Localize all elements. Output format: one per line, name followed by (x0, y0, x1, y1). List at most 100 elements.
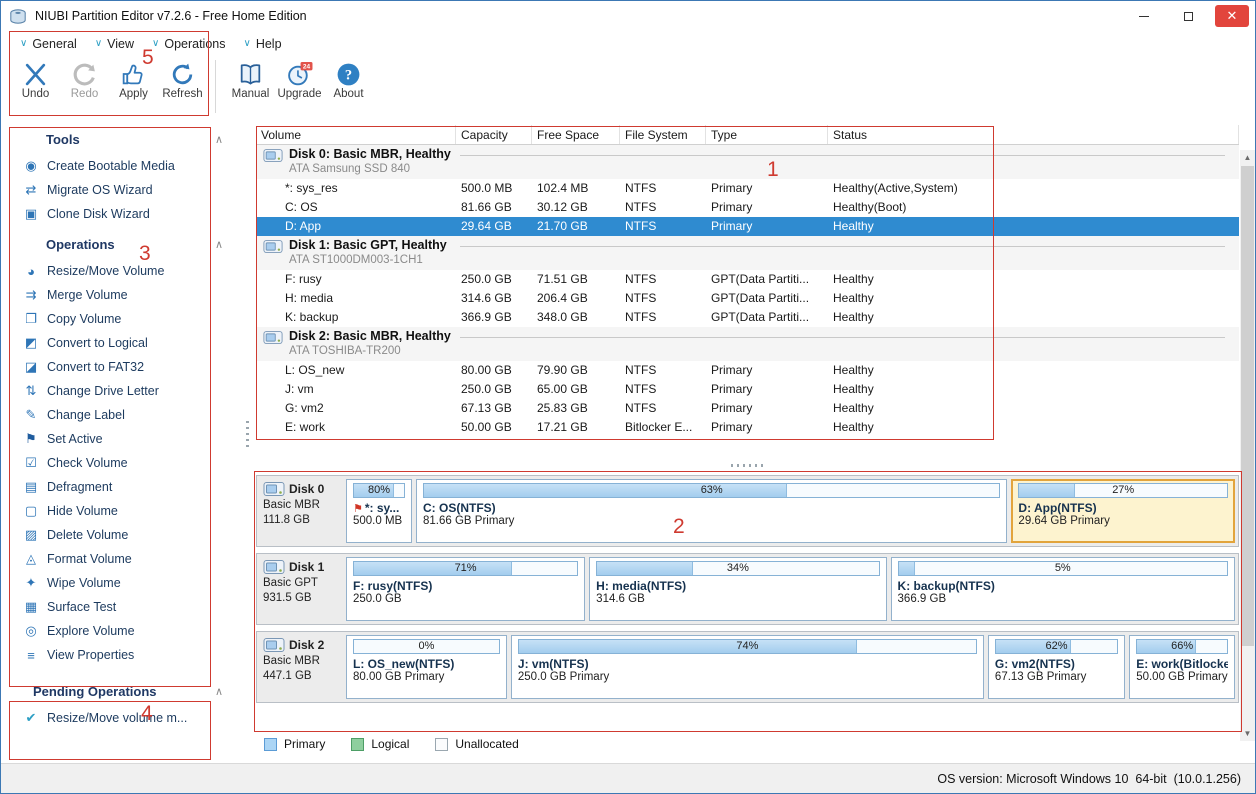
menu-item-help[interactable]: ∨Help (235, 34, 291, 54)
sidebar-item-set-active[interactable]: ⚑Set Active (21, 427, 233, 451)
cell-free-space: 79.90 GB (532, 361, 620, 380)
scroll-down-arrow-icon[interactable]: ▼ (1240, 726, 1255, 741)
sidebar-item-resize-move-volume[interactable]: ◕Resize/Move Volume (21, 259, 233, 283)
scrollbar-thumb[interactable] (1241, 166, 1254, 646)
splitter-grip-icon (731, 464, 765, 467)
section-header-tools[interactable]: Tools∧ (21, 129, 233, 154)
volume-row-sys-res[interactable]: *: sys_res500.0 MB102.4 MBNTFSPrimaryHea… (256, 179, 1239, 198)
sidebar-item-label: Migrate OS Wizard (47, 183, 153, 197)
cell-file-system: NTFS (620, 361, 706, 380)
partition-size: 29.64 GB Primary (1018, 515, 1228, 527)
menu-item-view[interactable]: ∨View (86, 34, 143, 54)
sidebar-item-convert-to-logical[interactable]: ◩Convert to Logical (21, 331, 233, 355)
disk-info[interactable]: Disk 2Basic MBR447.1 GB (260, 635, 342, 699)
partition-block-c-os-ntfs[interactable]: 63%C: OS(NTFS)81.66 GB Primary (416, 479, 1007, 543)
section-header-pending-operations[interactable]: Pending Operations∧ (21, 681, 233, 706)
partition-block-l-os-new-ntfs[interactable]: 0%L: OS_new(NTFS)80.00 GB Primary (346, 635, 507, 699)
partition-block-g-vm2-ntfs[interactable]: 62%G: vm2(NTFS)67.13 GB Primary (988, 635, 1125, 699)
disk-group-row-disk-0[interactable]: Disk 0: Basic MBR, HealthyATA Samsung SS… (256, 145, 1239, 179)
section-header-operations[interactable]: Operations∧ (21, 234, 233, 259)
column-header-free-space[interactable]: Free Space (532, 125, 620, 144)
partition-block-sy[interactable]: 80%⚑*: sy...500.0 MB (346, 479, 412, 543)
status-bar: OS version: Microsoft Windows 10 64-bit … (1, 763, 1255, 793)
sidebar-item-convert-to-fat32[interactable]: ◪Convert to FAT32 (21, 355, 233, 379)
volume-row-k-backup[interactable]: K: backup366.9 GB348.0 GBNTFSGPT(Data Pa… (256, 308, 1239, 327)
disk-info[interactable]: Disk 1Basic GPT931.5 GB (260, 557, 342, 621)
volume-row-j-vm[interactable]: J: vm250.0 GB65.00 GBNTFSPrimaryHealthy (256, 380, 1239, 399)
upgrade-button[interactable]: 24 Upgrade (275, 58, 324, 100)
sidebar-item-merge-volume[interactable]: ⇉Merge Volume (21, 283, 233, 307)
cell-capacity: 250.0 GB (456, 380, 532, 399)
volume-row-d-app[interactable]: D: App29.64 GB21.70 GBNTFSPrimaryHealthy (256, 217, 1239, 236)
undo-button[interactable]: Undo (11, 58, 60, 100)
group-separator (460, 246, 1225, 247)
volume-row-f-rusy[interactable]: F: rusy250.0 GB71.51 GBNTFSGPT(Data Part… (256, 270, 1239, 289)
disk-group-row-disk-1[interactable]: Disk 1: Basic GPT, HealthyATA ST1000DM00… (256, 236, 1239, 270)
vertical-scrollbar[interactable]: ▲ ▼ (1240, 150, 1255, 741)
legend-swatch-icon (351, 738, 364, 751)
sidebar-item-create-bootable-media[interactable]: ◉Create Bootable Media (21, 154, 233, 178)
volume-row-l-os-new[interactable]: L: OS_new80.00 GB79.90 GBNTFSPrimaryHeal… (256, 361, 1239, 380)
cell-file-system: NTFS (620, 380, 706, 399)
collapse-chevron-icon[interactable]: ∧ (215, 685, 223, 698)
redo-label: Redo (71, 88, 99, 100)
collapse-chevron-icon[interactable]: ∧ (215, 133, 223, 146)
usage-percent: 80% (354, 484, 404, 497)
column-header-type[interactable]: Type (706, 125, 828, 144)
partition-block-j-vm-ntfs[interactable]: 74%J: vm(NTFS)250.0 GB Primary (511, 635, 984, 699)
column-header-volume[interactable]: Volume (256, 125, 456, 144)
minimize-button[interactable] (1127, 4, 1161, 28)
cell-capacity: 314.6 GB (456, 289, 532, 308)
collapse-chevron-icon[interactable]: ∧ (215, 238, 223, 251)
scroll-up-arrow-icon[interactable]: ▲ (1240, 150, 1255, 165)
sidebar-item-delete-volume[interactable]: ▨Delete Volume (21, 523, 233, 547)
partition-block-f-rusy-ntfs[interactable]: 71%F: rusy(NTFS)250.0 GB (346, 557, 585, 621)
refresh-button[interactable]: Refresh (158, 58, 207, 100)
sidebar-item-view-properties[interactable]: ≡View Properties (21, 643, 233, 667)
volume-row-e-work[interactable]: E: work50.00 GB17.21 GBBitlocker E...Pri… (256, 418, 1239, 437)
sidebar-item-format-volume[interactable]: ◬Format Volume (21, 547, 233, 571)
explore-volume-icon: ◎ (23, 623, 39, 639)
apply-thumbs-up-icon (120, 61, 147, 88)
about-button[interactable]: ? About (324, 58, 373, 100)
column-header-file-system[interactable]: File System (620, 125, 706, 144)
disk-info[interactable]: Disk 0Basic MBR111.8 GB (260, 479, 342, 543)
sidebar-splitter[interactable] (239, 117, 256, 763)
disk-group-row-disk-2[interactable]: Disk 2: Basic MBR, HealthyATA TOSHIBA-TR… (256, 327, 1239, 361)
sidebar-item-defragment[interactable]: ▤Defragment (21, 475, 233, 499)
sidebar-item-wipe-volume[interactable]: ✦Wipe Volume (21, 571, 233, 595)
manual-book-icon (237, 61, 264, 88)
cell-free-space: 102.4 MB (532, 179, 620, 198)
close-button[interactable]: ✕ (1215, 5, 1249, 27)
partition-block-h-media-ntfs[interactable]: 34%H: media(NTFS)314.6 GB (589, 557, 886, 621)
sidebar-item-change-label[interactable]: ✎Change Label (21, 403, 233, 427)
bootable-media-icon: ◉ (23, 158, 39, 174)
partition-block-e-work-bitlocker-e[interactable]: 66%E: work(Bitlocker E...50.00 GB Primar… (1129, 635, 1235, 699)
sidebar-item-change-drive-letter[interactable]: ⇅Change Drive Letter (21, 379, 233, 403)
column-header-capacity[interactable]: Capacity (456, 125, 532, 144)
redo-button[interactable]: Redo (60, 58, 109, 100)
sidebar-item-explore-volume[interactable]: ◎Explore Volume (21, 619, 233, 643)
column-header-status[interactable]: Status (828, 125, 1239, 144)
sidebar-item-resize-move-volume-m[interactable]: ✔Resize/Move volume m... (21, 706, 233, 730)
sidebar-item-surface-test[interactable]: ▦Surface Test (21, 595, 233, 619)
maximize-button[interactable] (1171, 4, 1205, 28)
partition-block-k-backup-ntfs[interactable]: 5%K: backup(NTFS)366.9 GB (891, 557, 1235, 621)
partition-block-d-app-ntfs[interactable]: 27%D: App(NTFS)29.64 GB Primary (1011, 479, 1235, 543)
volume-row-h-media[interactable]: H: media314.6 GB206.4 GBNTFSGPT(Data Par… (256, 289, 1239, 308)
sidebar-item-copy-volume[interactable]: ❐Copy Volume (21, 307, 233, 331)
check-volume-icon: ☑ (23, 455, 39, 471)
volume-row-g-vm2[interactable]: G: vm267.13 GB25.83 GBNTFSPrimaryHealthy (256, 399, 1239, 418)
manual-button[interactable]: Manual (226, 58, 275, 100)
horizontal-splitter[interactable] (256, 460, 1239, 470)
apply-button[interactable]: Apply (109, 58, 158, 100)
menu-item-operations[interactable]: ∨Operations (143, 34, 234, 54)
usage-bar: 5% (898, 561, 1228, 576)
sidebar-item-migrate-os-wizard[interactable]: ⇄Migrate OS Wizard (21, 178, 233, 202)
cell-volume: J: vm (256, 380, 456, 399)
sidebar-item-clone-disk-wizard[interactable]: ▣Clone Disk Wizard (21, 202, 233, 226)
volume-row-c-os[interactable]: C: OS81.66 GB30.12 GBNTFSPrimaryHealthy(… (256, 198, 1239, 217)
menu-item-general[interactable]: ∨General (11, 34, 86, 54)
sidebar-item-hide-volume[interactable]: ▢Hide Volume (21, 499, 233, 523)
sidebar-item-check-volume[interactable]: ☑Check Volume (21, 451, 233, 475)
